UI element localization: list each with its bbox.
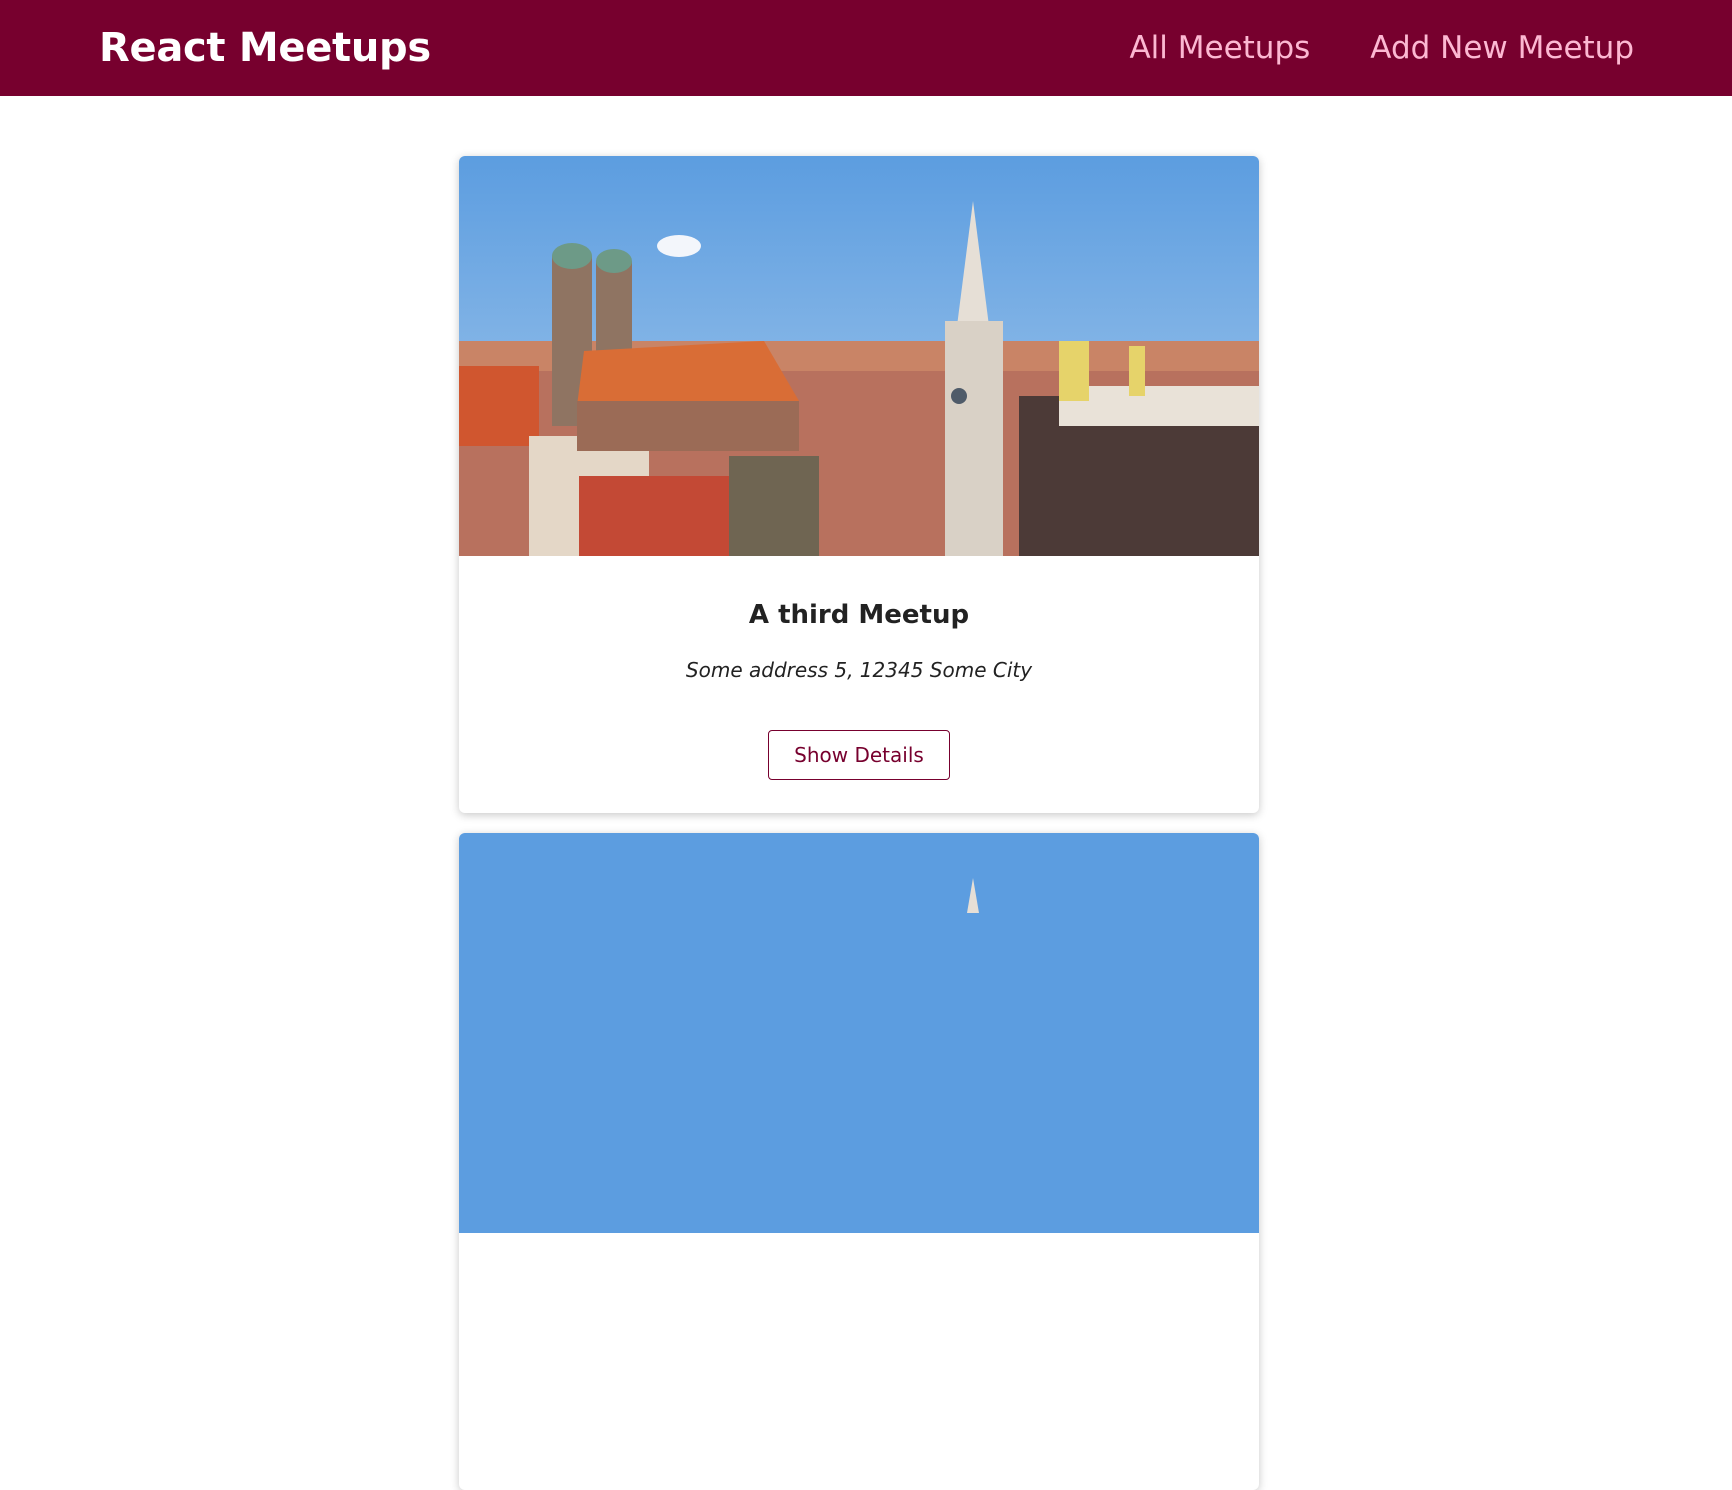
- meetup-card-actions: Show Details: [459, 730, 1259, 780]
- nav-link-add-new-meetup[interactable]: Add New Meetup: [1370, 30, 1634, 66]
- meetup-card-content: A third Meetup Some address 5, 12345 Som…: [459, 556, 1259, 682]
- meetup-list: A third Meetup Some address 5, 12345 Som…: [459, 156, 1259, 1490]
- app-logo-title: React Meetups: [99, 25, 431, 71]
- meetup-address: Some address 5, 12345 Some City: [685, 658, 1033, 682]
- main-header: React Meetups All Meetups Add New Meetup: [0, 0, 1732, 96]
- show-details-button[interactable]: Show Details: [768, 730, 950, 780]
- meetup-card: A third Meetup Some address 5, 12345 Som…: [459, 156, 1259, 813]
- meetup-image: [459, 833, 1259, 1233]
- meetup-card: [459, 833, 1259, 1490]
- main-nav: All Meetups Add New Meetup: [1129, 30, 1634, 66]
- nav-link-all-meetups[interactable]: All Meetups: [1129, 30, 1310, 66]
- meetup-image: [459, 156, 1259, 556]
- meetup-title: A third Meetup: [748, 600, 970, 630]
